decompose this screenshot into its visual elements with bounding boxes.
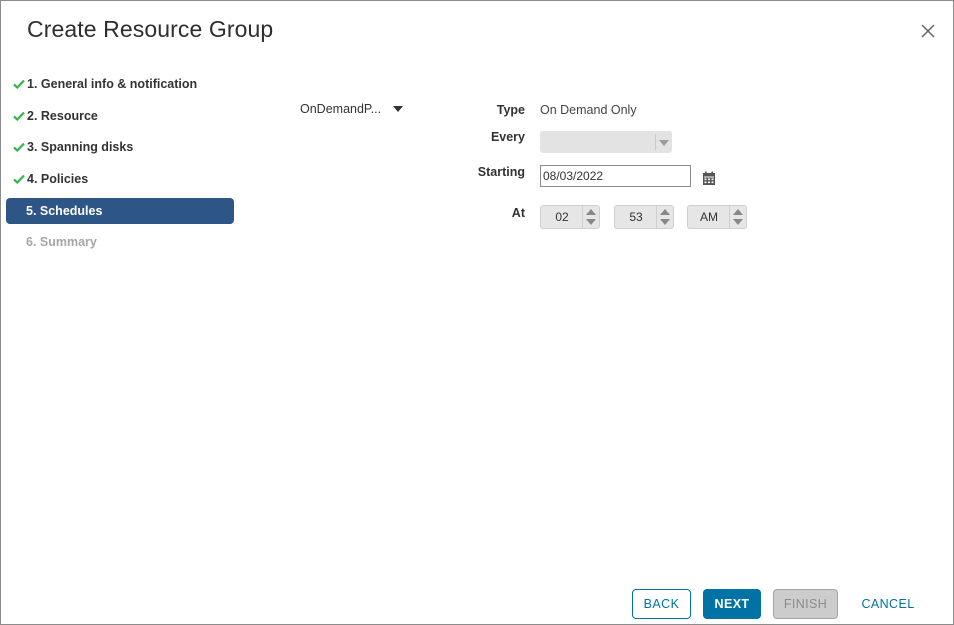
check-icon [6, 79, 26, 89]
step-label: 2. Resource [27, 109, 98, 123]
stepper-arrows[interactable] [729, 206, 746, 228]
create-resource-group-dialog: Create Resource Group 1. General info & … [0, 0, 954, 625]
step-label: 6. Summary [26, 235, 97, 249]
step-label: 4. Policies [27, 172, 89, 186]
step-label: 5. Schedules [26, 204, 103, 218]
hour-value: 02 [555, 210, 569, 224]
step-resource[interactable]: 2. Resource [6, 103, 234, 129]
arrow-up-icon[interactable] [733, 209, 743, 215]
check-icon [6, 174, 26, 184]
arrow-down-icon[interactable] [733, 219, 743, 225]
step-label: 1. General info & notification [27, 77, 198, 91]
finish-button: FINISH [773, 589, 838, 619]
arrow-down-icon[interactable] [586, 219, 596, 225]
dialog-title: Create Resource Group [27, 16, 274, 42]
at-label: At [511, 206, 525, 220]
starting-date-input[interactable] [540, 165, 691, 187]
type-label: Type [496, 103, 525, 117]
arrow-up-icon[interactable] [586, 209, 596, 215]
stepper-arrows[interactable] [656, 206, 673, 228]
policy-dropdown-value: OnDemandP... [300, 102, 382, 116]
step-general-info[interactable]: 1. General info & notification [6, 71, 234, 97]
step-schedules[interactable]: 5. Schedules [6, 198, 234, 224]
minute-stepper[interactable]: 53 [614, 205, 674, 229]
step-summary: 6. Summary [6, 229, 234, 255]
chevron-down-icon [393, 106, 404, 112]
back-button[interactable]: BACK [632, 589, 691, 619]
chevron-down-icon [659, 140, 669, 146]
step-policies[interactable]: 4. Policies [6, 166, 234, 192]
ampm-value: AM [700, 210, 718, 224]
step-label: 3. Spanning disks [27, 140, 134, 154]
every-select[interactable] [540, 131, 672, 153]
type-value: On Demand Only [540, 103, 637, 117]
arrow-up-icon[interactable] [660, 209, 670, 215]
check-icon [6, 111, 26, 121]
minute-value: 53 [629, 210, 643, 224]
select-divider [655, 134, 656, 150]
ampm-stepper[interactable]: AM [687, 205, 747, 229]
every-label: Every [490, 130, 525, 144]
check-icon [6, 142, 26, 152]
starting-label: Starting [477, 165, 525, 179]
next-button[interactable]: NEXT [703, 589, 761, 619]
cancel-button[interactable]: CANCEL [854, 589, 922, 619]
policy-dropdown[interactable]: OnDemandP... [300, 102, 404, 116]
step-spanning-disks[interactable]: 3. Spanning disks [6, 134, 234, 160]
close-icon[interactable] [918, 21, 938, 41]
calendar-icon[interactable] [702, 171, 716, 186]
stepper-arrows[interactable] [582, 206, 599, 228]
hour-stepper[interactable]: 02 [540, 205, 600, 229]
arrow-down-icon[interactable] [660, 219, 670, 225]
